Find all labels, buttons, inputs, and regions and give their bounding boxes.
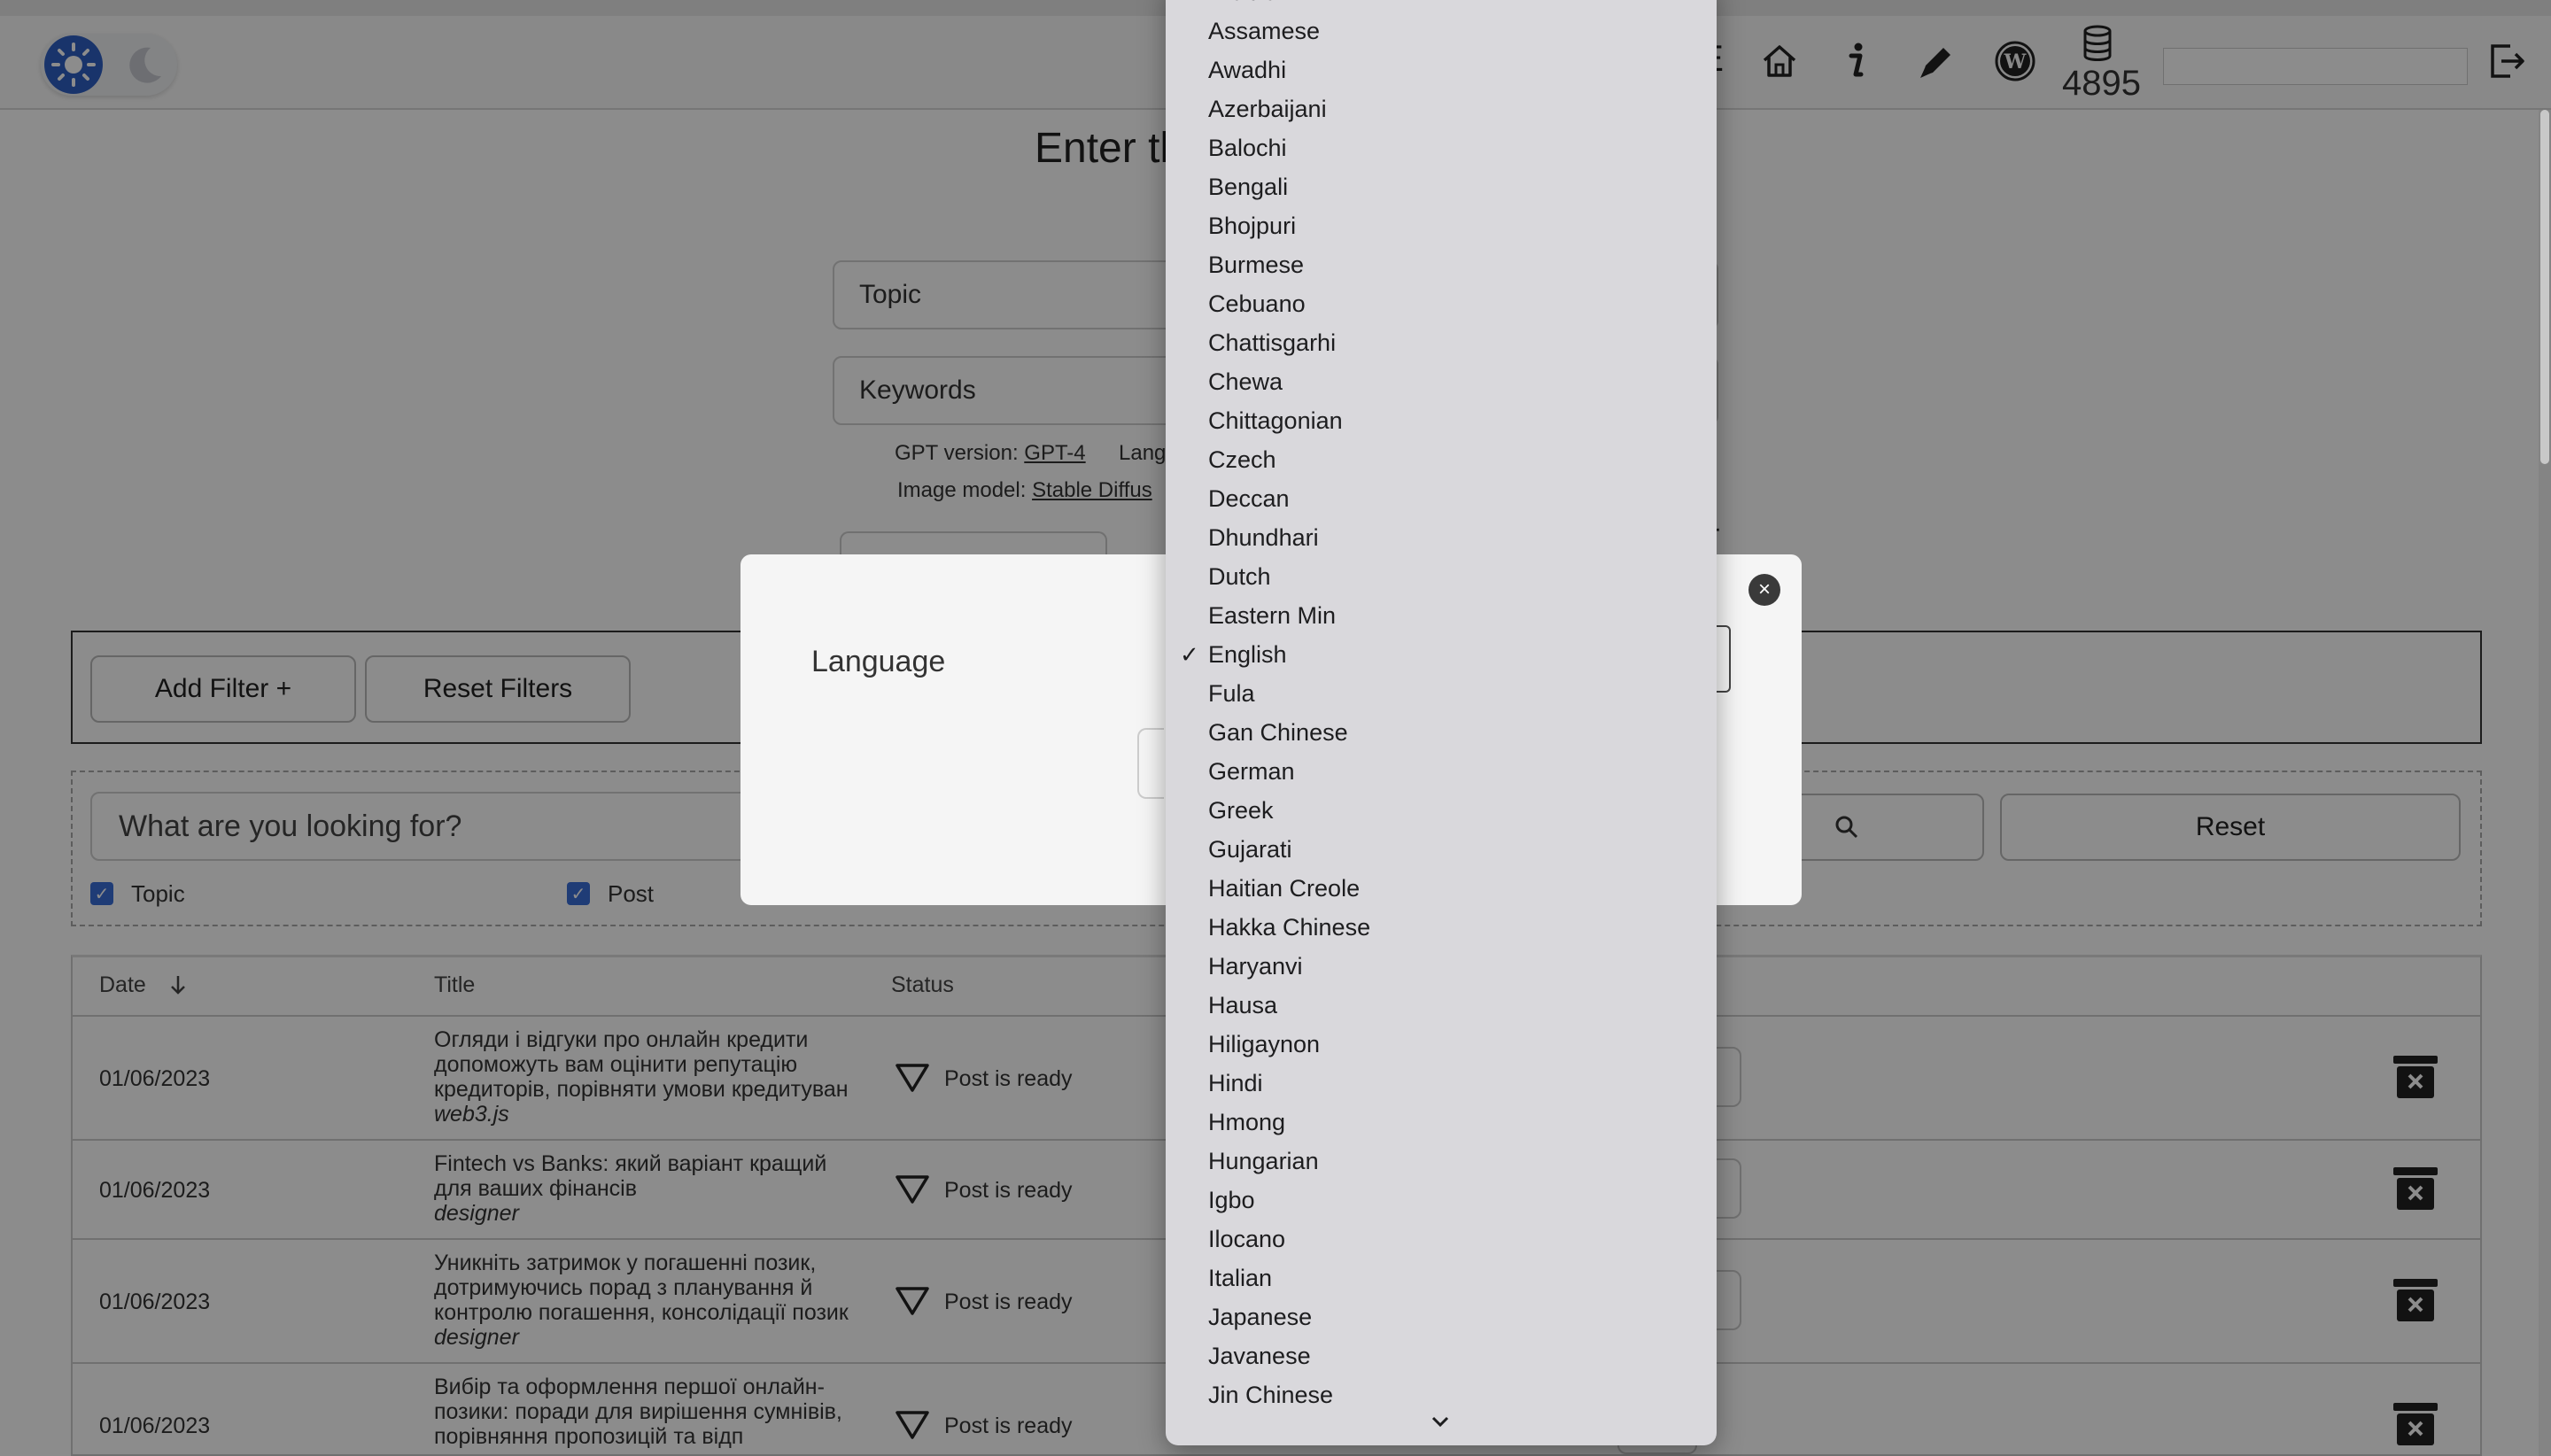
language-option[interactable]: Awadhi xyxy=(1208,55,1286,85)
language-option[interactable]: Hungarian xyxy=(1208,1146,1319,1176)
language-option[interactable]: Ilocano xyxy=(1208,1224,1285,1254)
language-option[interactable]: Jin Chinese xyxy=(1208,1380,1333,1410)
language-option[interactable]: Hmong xyxy=(1208,1107,1285,1137)
language-option[interactable]: Javanese xyxy=(1208,1341,1311,1371)
language-option[interactable]: Greek xyxy=(1208,795,1274,825)
chevron-down-icon[interactable] xyxy=(1428,1413,1453,1431)
close-icon[interactable]: × xyxy=(1748,574,1780,606)
language-option[interactable]: German xyxy=(1208,756,1295,786)
language-option[interactable]: Cebuano xyxy=(1208,289,1306,319)
language-option[interactable]: Eastern Min xyxy=(1208,600,1336,631)
language-option[interactable]: Deccan xyxy=(1208,484,1290,514)
language-option[interactable]: Assamese xyxy=(1208,16,1320,46)
language-option[interactable]: Burmese xyxy=(1208,250,1304,280)
language-option[interactable]: Haitian Creole xyxy=(1208,873,1360,903)
language-option[interactable]: Azerbaijani xyxy=(1208,94,1327,124)
language-option[interactable]: Dutch xyxy=(1208,561,1271,592)
language-option[interactable]: Japanese xyxy=(1208,1302,1312,1332)
language-label: Language xyxy=(811,645,946,678)
language-option[interactable]: Arabic xyxy=(1208,0,1276,7)
language-option[interactable]: Chewa xyxy=(1208,367,1283,397)
language-option[interactable]: Fula xyxy=(1208,678,1255,709)
language-option[interactable]: Hakka Chinese xyxy=(1208,912,1370,942)
language-dropdown-menu[interactable]: Arabic Assamese Awadhi Azerbaijani Balochi Be… xyxy=(1166,0,1717,1445)
language-option[interactable]: Bhojpuri xyxy=(1208,211,1296,241)
language-option[interactable]: Hindi xyxy=(1208,1068,1263,1098)
page-scrollbar-thumb[interactable] xyxy=(2540,110,2549,464)
checkmark-icon: ✓ xyxy=(1180,641,1199,668)
language-option[interactable]: Italian xyxy=(1208,1263,1272,1293)
language-option[interactable]: Dhundhari xyxy=(1208,523,1319,553)
language-option[interactable]: Igbo xyxy=(1208,1185,1255,1215)
language-option[interactable]: Balochi xyxy=(1208,133,1287,163)
language-option[interactable]: Haryanvi xyxy=(1208,951,1303,981)
language-option[interactable]: Chittagonian xyxy=(1208,406,1343,436)
language-option[interactable]: Hiligaynon xyxy=(1208,1029,1320,1059)
language-option[interactable]: Gan Chinese xyxy=(1208,717,1348,747)
language-option[interactable]: Gujarati xyxy=(1208,834,1292,864)
language-option[interactable]: Bengali xyxy=(1208,172,1288,202)
language-option[interactable]: English xyxy=(1208,639,1287,670)
language-option[interactable]: Chattisgarhi xyxy=(1208,328,1336,358)
modal-save-button[interactable] xyxy=(1137,728,1164,799)
language-option[interactable]: Czech xyxy=(1208,445,1276,475)
language-option[interactable]: Hausa xyxy=(1208,990,1277,1020)
